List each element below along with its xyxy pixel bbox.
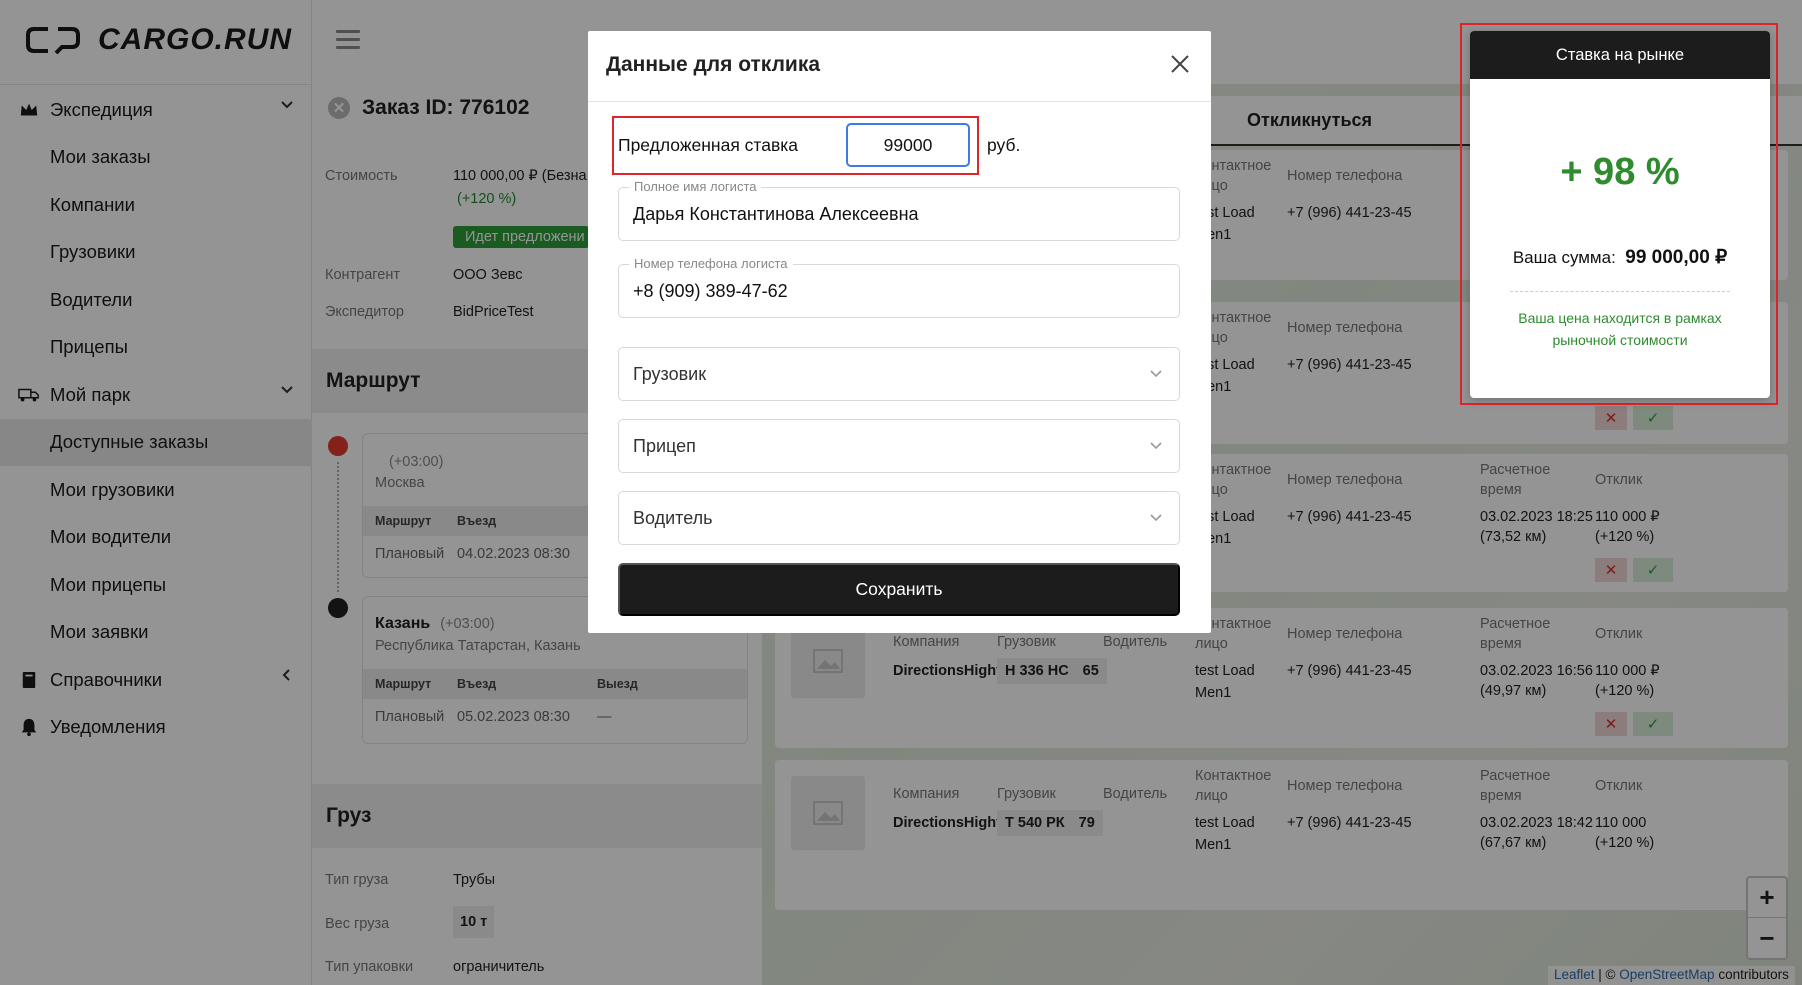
logist-name-field[interactable]: Полное имя логиста Дарья Константинова А… — [618, 179, 1180, 241]
market-percent: + 98 % — [1560, 151, 1680, 193]
logist-name-value: Дарья Константинова Алексеевна — [633, 204, 919, 224]
market-note: Ваша цена находится в рамках рыночной ст… — [1518, 310, 1722, 348]
market-rate-panel: Ставка на рынке + 98 % Ваша сумма: 99 00… — [1470, 31, 1770, 398]
divider — [1510, 291, 1730, 292]
driver-select-placeholder: Водитель — [633, 508, 713, 528]
bid-unit: руб. — [987, 135, 1021, 155]
truck-select[interactable]: Грузовик — [618, 347, 1180, 401]
bid-label: Предложенная ставка — [618, 135, 799, 155]
trailer-select[interactable]: Прицеп — [618, 419, 1180, 473]
market-sum-value: 99 000,00 ₽ — [1625, 247, 1728, 268]
chevron-down-icon — [1150, 514, 1162, 522]
modal-title: Данные для отклика — [606, 53, 821, 76]
logist-name-label: Полное имя логиста — [629, 179, 762, 194]
driver-select[interactable]: Водитель — [618, 491, 1180, 545]
response-modal: Данные для отклика Предложенная ставка р… — [588, 31, 1211, 633]
logist-phone-label: Номер телефона логиста — [629, 256, 793, 271]
market-sum-label: Ваша сумма: — [1512, 248, 1616, 267]
bid-input[interactable] — [846, 123, 970, 167]
modal-divider — [588, 101, 1211, 102]
close-icon[interactable] — [1169, 53, 1191, 75]
market-sum: Ваша сумма: 99 000,00 ₽ — [1470, 246, 1770, 269]
logist-phone-value: +8 (909) 389-47-62 — [633, 281, 788, 301]
chevron-down-icon — [1150, 370, 1162, 378]
market-title: Ставка на рынке — [1470, 31, 1770, 79]
save-button[interactable]: Сохранить — [618, 563, 1180, 616]
trailer-select-placeholder: Прицеп — [633, 436, 696, 456]
chevron-down-icon — [1150, 442, 1162, 450]
logist-phone-field[interactable]: Номер телефона логиста +8 (909) 389-47-6… — [618, 256, 1180, 318]
truck-select-placeholder: Грузовик — [633, 364, 707, 384]
